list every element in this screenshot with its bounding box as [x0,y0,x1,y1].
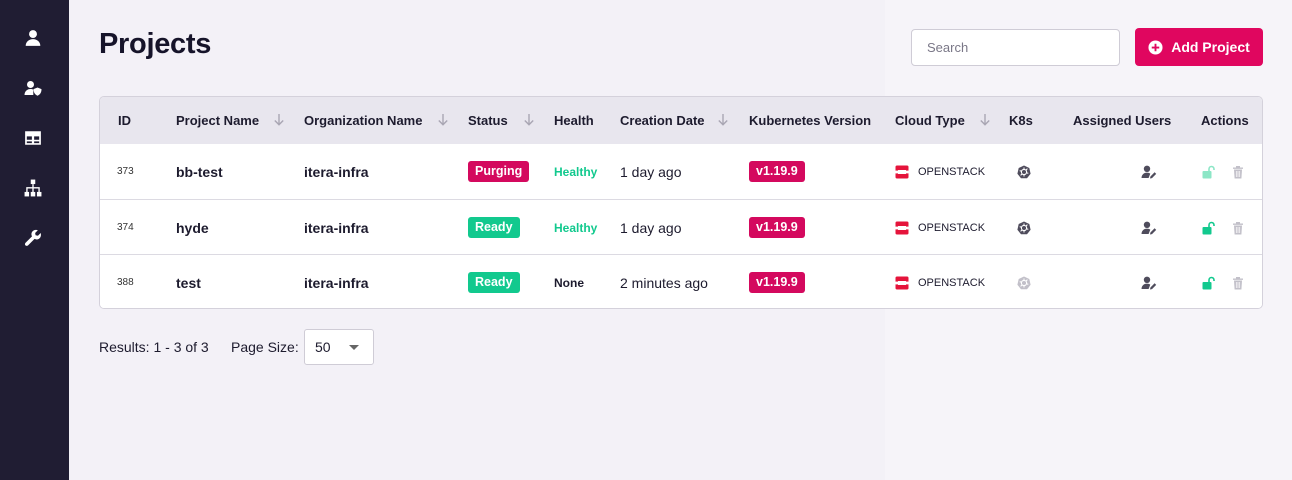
user-shield-icon[interactable] [22,77,44,99]
sort-arrow-icon[interactable] [437,113,449,127]
assign-users-icon[interactable] [1141,200,1157,255]
status-badge: Ready [468,217,520,238]
table-row[interactable]: 388 test itera-infra Ready None 2 minute… [100,254,1262,308]
page-size-select[interactable]: 50 [304,329,374,365]
cloud-type: OPENSTACK [895,200,985,255]
unlock-icon[interactable] [1201,255,1215,308]
creation-date: 2 minutes ago [620,274,708,291]
plus-circle-icon [1148,39,1163,55]
trash-icon[interactable] [1231,255,1245,308]
search-input[interactable] [911,29,1120,66]
table-icon[interactable] [22,127,44,149]
project-id: 388 [117,277,134,288]
creation-date: 1 day ago [620,219,682,236]
column-header-kubernetes-version: Kubernetes Version [749,113,872,128]
column-header-actions: Actions [1201,113,1249,128]
sort-arrow-icon[interactable] [979,113,991,127]
cloud-type: OPENSTACK [895,255,986,308]
health-status: None [554,275,584,290]
trash-icon[interactable] [1231,200,1245,255]
openstack-logo-icon [895,165,909,178]
sort-arrow-icon[interactable] [717,113,729,127]
table-header: ID Project Name Organization Name Status… [100,97,1262,144]
k8s-dashboard-icon[interactable] [1017,255,1031,308]
status-badge: Ready [468,272,520,293]
health-status: Healthy [554,164,598,179]
cloud-type-label: OPENSTACK [918,276,986,289]
page-size-label: Page Size: [231,339,299,355]
results-count: Results: 1 - 3 of 3 [99,339,209,355]
column-header-assigned-users: Assigned Users [1073,113,1172,128]
organization-name: itera-infra [304,274,369,291]
user-icon[interactable] [22,27,44,49]
projects-table: ID Project Name Organization Name Status… [99,96,1263,309]
column-header-health: Health [554,113,594,128]
project-id: 374 [117,222,134,233]
openstack-logo-icon [895,276,909,289]
unlock-icon[interactable] [1201,144,1215,199]
add-project-label: Add Project [1171,39,1250,55]
sort-arrow-icon[interactable] [523,113,535,127]
creation-date: 1 day ago [620,163,682,180]
organization-name: itera-infra [304,219,369,236]
trash-icon[interactable] [1231,144,1245,199]
kubernetes-version-badge: v1.19.9 [749,217,805,238]
column-header-id[interactable]: ID [118,97,131,144]
sort-arrow-icon[interactable] [273,113,285,127]
column-header-project-name[interactable]: Project Name [176,97,259,144]
column-header-creation-date[interactable]: Creation Date [620,97,705,144]
kubernetes-version-badge: v1.19.9 [749,161,805,182]
cloud-type-label: OPENSTACK [918,221,986,234]
column-header-status[interactable]: Status [468,97,508,144]
sidebar [0,0,69,480]
openstack-logo-icon [895,221,909,234]
cloud-type-label: OPENSTACK [918,165,986,178]
wrench-icon[interactable] [22,227,44,249]
column-header-cloud-type[interactable]: Cloud Type [895,97,965,144]
cloud-type: OPENSTACK [895,144,985,199]
k8s-dashboard-icon[interactable] [1017,200,1031,255]
kubernetes-version-badge: v1.19.9 [749,272,805,293]
caret-down-icon [349,345,359,350]
page-size-value: 50 [315,339,331,355]
sitemap-icon[interactable] [22,177,44,199]
assign-users-icon[interactable] [1141,255,1157,308]
status-badge: Purging [468,161,530,182]
project-name[interactable]: bb-test [176,144,223,199]
project-name[interactable]: hyde [176,200,209,255]
add-project-button[interactable]: Add Project [1135,28,1263,66]
k8s-dashboard-icon[interactable] [1017,144,1031,199]
assign-users-icon[interactable] [1141,144,1157,199]
project-id: 373 [117,166,134,177]
column-header-k8s: K8s [1009,113,1033,128]
table-row[interactable]: 374 hyde itera-infra Ready Healthy 1 day… [100,199,1262,254]
health-status: Healthy [554,220,598,235]
project-name[interactable]: test [176,255,201,308]
table-row[interactable]: 373 bb-test itera-infra Purging Healthy … [100,144,1262,199]
column-header-organization-name[interactable]: Organization Name [304,97,422,144]
unlock-icon[interactable] [1201,200,1215,255]
organization-name: itera-infra [304,163,369,180]
page-title: Projects [99,28,212,60]
